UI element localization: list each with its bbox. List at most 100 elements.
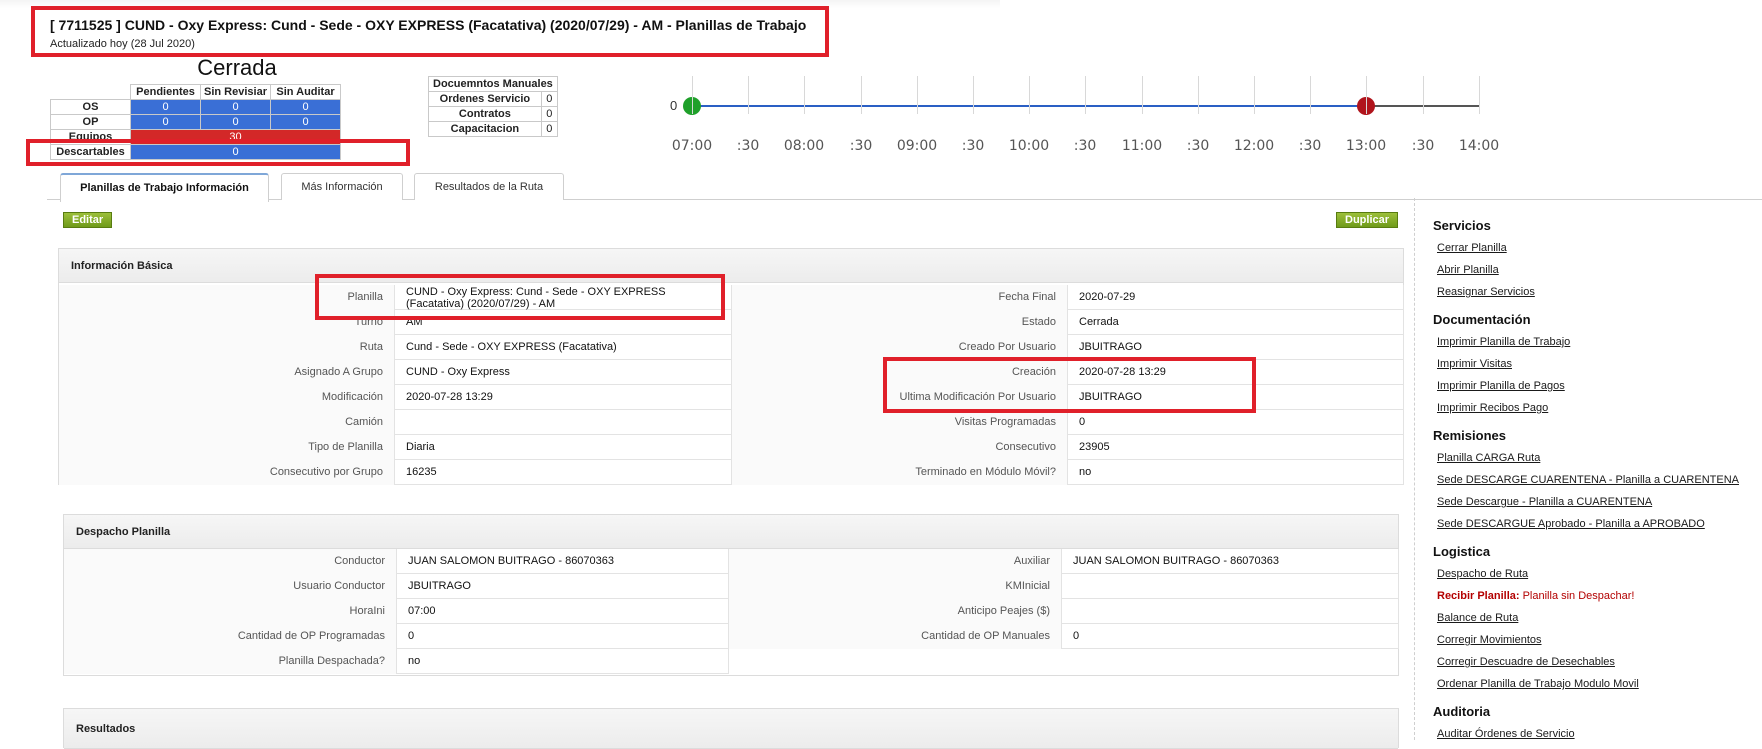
field-label: Conductor (64, 549, 397, 574)
field-label: Auxiliar (729, 549, 1062, 574)
info-row: Modificación 2020-07-28 13:29 Ultima Modif… (59, 385, 1404, 410)
field-label: Creación (732, 360, 1068, 385)
field-value: 2020-07-28 13:29 (1068, 360, 1404, 385)
sidebar-group-title: Logistica (1433, 544, 1491, 559)
field-label: Cantidad de OP Programadas (64, 624, 397, 649)
info-row: Camión Visitas Programadas 0 (59, 410, 1404, 435)
timeline: 0 07:00:30 08:00:30 09:00:30 10:00:30 11:00:… (0, 0, 1762, 170)
timeline-gridline (1366, 76, 1367, 114)
field-label: Estado (732, 310, 1068, 335)
timeline-gridline (917, 76, 918, 114)
timeline-gridline (748, 76, 749, 114)
timeline-start-value: 0 (670, 98, 678, 113)
timeline-tick-label: 10:00 (1008, 138, 1050, 154)
timeline-tick-label: :30 (736, 138, 760, 154)
sidebar-link[interactable]: Despacho de Ruta (1437, 568, 1528, 580)
field-value: CUND - Oxy Express (395, 360, 732, 385)
timeline-tick-label: :30 (1186, 138, 1210, 154)
sidebar-divider (1414, 198, 1415, 740)
timeline-gridline (861, 76, 862, 114)
timeline-tick-label: :30 (849, 138, 873, 154)
field-value: no (1068, 460, 1404, 485)
sidebar-link[interactable]: Planilla CARGA Ruta (1437, 452, 1540, 464)
timeline-tick-label: 11:00 (1121, 138, 1163, 154)
timeline-tick-label: 08:00 (783, 138, 825, 154)
field-value: no (397, 649, 729, 674)
results-title: Resultados (64, 709, 1398, 749)
field-label: Ruta (59, 335, 395, 360)
field-value: 0 (397, 624, 729, 649)
info-row: Planilla CUND - Oxy Express: Cund - Sede … (59, 285, 1404, 310)
field-label: Tipo de Planilla (59, 435, 395, 460)
field-value: JBUITRAGO (397, 574, 729, 599)
info-row: Consecutivo por Grupo 16235 Terminado en M… (59, 460, 1404, 485)
timeline-gridline (973, 76, 974, 114)
sidebar-item-recibir-planilla[interactable]: Recibir Planilla: Planilla sin Despachar… (1437, 590, 1634, 602)
sidebar-item-label: Recibir Planilla: (1437, 590, 1520, 602)
field-value: CUND - Oxy Express: Cund - Sede - OXY EX… (395, 285, 732, 310)
tab-planillas-info[interactable]: Planillas de Trabajo Información (60, 173, 269, 202)
field-value: JUAN SALOMON BUITRAGO - 86070363 (1062, 549, 1399, 574)
basic-info-section: Información Básica Planilla CUND - Oxy Ex… (58, 248, 1404, 485)
info-row: HoraIni 07:00 Anticipo Peajes ($) (64, 599, 1399, 624)
sidebar-link[interactable]: Sede DESCARGUE Aprobado - Planilla a APR… (1437, 518, 1705, 530)
timeline-tick-label: :30 (961, 138, 985, 154)
sidebar-link[interactable]: Imprimir Planilla de Pagos (1437, 380, 1565, 392)
sidebar-link[interactable]: Sede Descargue - Planilla a CUARENTENA (1437, 496, 1652, 508)
field-label: Planilla Despachada? (64, 649, 397, 674)
info-row: Usuario Conductor JBUITRAGO KMInicial (64, 574, 1399, 599)
edit-button[interactable]: Editar (63, 212, 113, 228)
field-value: JBUITRAGO (1068, 335, 1404, 360)
sidebar-link[interactable]: Corregir Movimientos (1437, 634, 1542, 646)
timeline-gridline (1479, 76, 1480, 114)
timeline-gridline (1423, 76, 1424, 114)
sidebar-link[interactable]: Sede DESCARGE CUARENTENA - Planilla a CU… (1437, 474, 1739, 486)
sidebar-link[interactable]: Balance de Ruta (1437, 612, 1518, 624)
tab-resultados-ruta[interactable]: Resultados de la Ruta (414, 173, 564, 200)
field-label: KMInicial (729, 574, 1062, 599)
info-row: Asignado A Grupo CUND - Oxy Express Creaci… (59, 360, 1404, 385)
tab-mas-informacion[interactable]: Más Información (281, 173, 403, 200)
sidebar-link[interactable]: Reasignar Servicios (1437, 286, 1535, 298)
sidebar-link[interactable]: Auditar Órdenes de Servicio (1437, 728, 1575, 740)
field-label: Usuario Conductor (64, 574, 397, 599)
field-value (1062, 599, 1399, 624)
field-value (1062, 574, 1399, 599)
info-row: Turno AM Estado Cerrada (59, 310, 1404, 335)
field-value: JUAN SALOMON BUITRAGO - 86070363 (397, 549, 729, 574)
basic-info-title: Información Básica (59, 249, 1403, 283)
field-value: 07:00 (397, 599, 729, 624)
field-label: Fecha Final (732, 285, 1068, 310)
info-row: Tipo de Planilla Diaria Consecutivo 23905 (59, 435, 1404, 460)
timeline-gridline (1254, 76, 1255, 114)
timeline-gridline (1142, 76, 1143, 114)
field-label: Ultima Modificación Por Usuario (732, 385, 1068, 410)
timeline-tick-label: 12:00 (1233, 138, 1275, 154)
sidebar-link[interactable]: Imprimir Visitas (1437, 358, 1512, 370)
timeline-gridline (1198, 76, 1199, 114)
duplicate-button[interactable]: Duplicar (1336, 212, 1399, 228)
field-label: Visitas Programadas (732, 410, 1068, 435)
timeline-tick-label: :30 (1411, 138, 1435, 154)
sidebar-link[interactable]: Cerrar Planilla (1437, 242, 1507, 254)
timeline-tick-label: :30 (1298, 138, 1322, 154)
sidebar-group-title: Remisiones (1433, 428, 1506, 443)
sidebar-link[interactable]: Ordenar Planilla de Trabajo Modulo Movil (1437, 678, 1639, 690)
sidebar-group-title: Documentación (1433, 312, 1531, 327)
field-value: 16235 (395, 460, 732, 485)
field-value: Cund - Sede - OXY EXPRESS (Facatativa) (395, 335, 732, 360)
field-label: Consecutivo (732, 435, 1068, 460)
field-label: Consecutivo por Grupo (59, 460, 395, 485)
timeline-tick-label: :30 (1073, 138, 1097, 154)
timeline-gridline (692, 76, 693, 114)
sidebar-link[interactable]: Imprimir Planilla de Trabajo (1437, 336, 1570, 348)
sidebar-link[interactable]: Abrir Planilla (1437, 264, 1499, 276)
sidebar-link[interactable]: Imprimir Recibos Pago (1437, 402, 1548, 414)
field-value: Diaria (395, 435, 732, 460)
field-label: Turno (59, 310, 395, 335)
timeline-gridline (1310, 76, 1311, 114)
field-value (395, 410, 732, 435)
sidebar-link[interactable]: Corregir Descuadre de Desechables (1437, 656, 1615, 668)
field-label: Anticipo Peajes ($) (729, 599, 1062, 624)
field-label: Cantidad de OP Manuales (729, 624, 1062, 649)
